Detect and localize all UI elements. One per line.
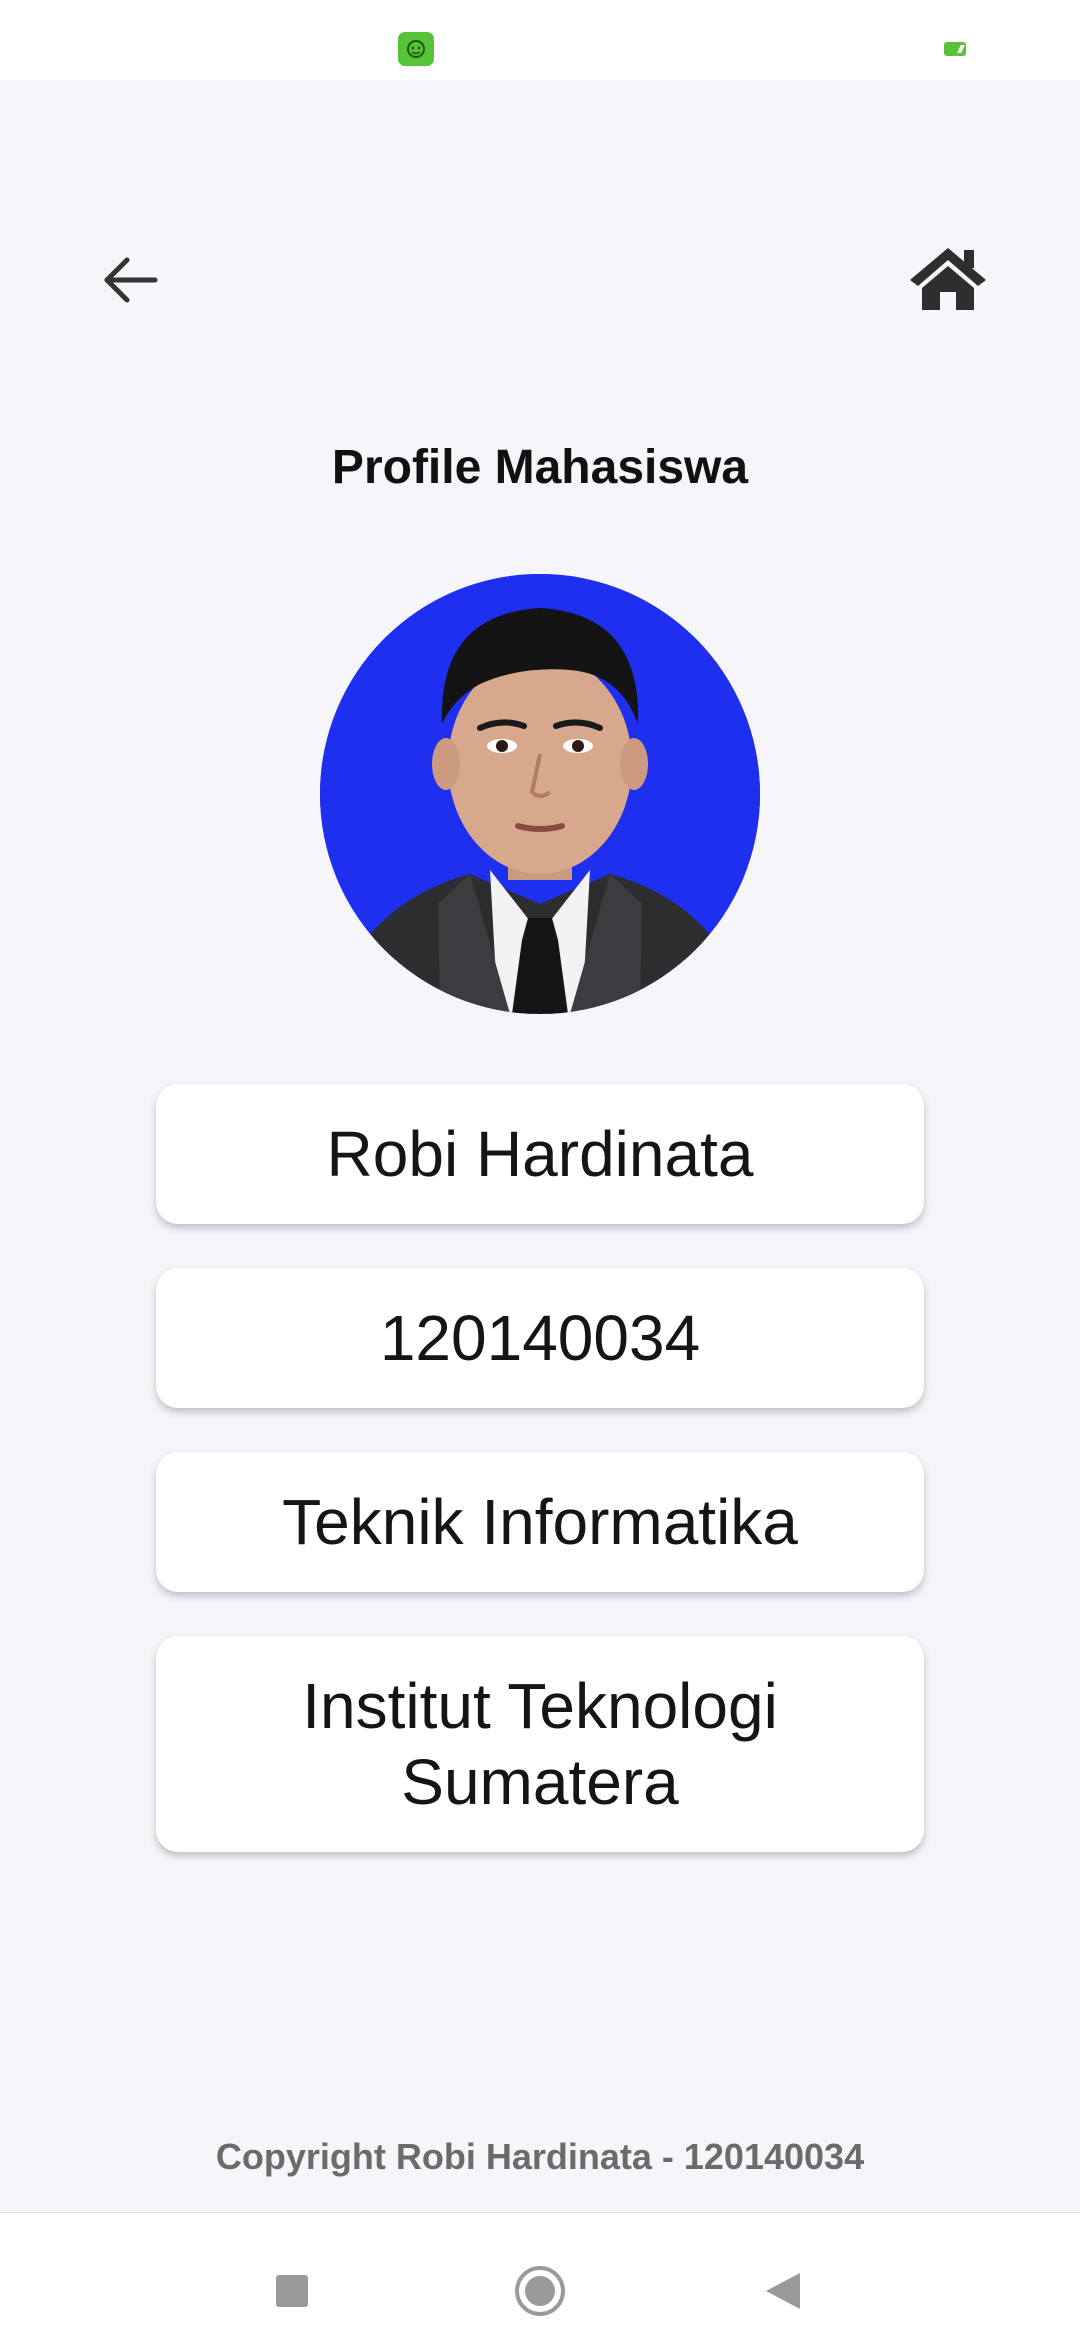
study-program-card: Teknik Informatika [156, 1452, 924, 1592]
system-navigation-bar [0, 2212, 1080, 2340]
battery-icon [944, 42, 966, 56]
back-button[interactable] [90, 240, 170, 320]
profile-screen: Profile Mahasiswa Robi Hardinata 1201400… [0, 0, 1080, 2340]
avatar [320, 574, 760, 1014]
circle-home-icon[interactable] [514, 2265, 566, 2317]
app-notification-icon [398, 32, 434, 66]
triangle-back-icon[interactable] [764, 2271, 802, 2311]
arrow-left-icon [104, 257, 158, 303]
copyright-text: Copyright Robi Hardinata - 120140034 [215, 2136, 865, 2177]
square-recents-icon[interactable] [276, 2275, 308, 2307]
status-bar [0, 0, 1080, 80]
home-icon [910, 248, 986, 310]
institution-card: Institut Teknologi Sumatera [156, 1636, 924, 1852]
page-title: Profile Mahasiswa [331, 441, 749, 494]
home-button[interactable] [900, 234, 996, 324]
student-name-card: Robi Hardinata [156, 1084, 924, 1224]
student-id-card: 120140034 [156, 1268, 924, 1408]
